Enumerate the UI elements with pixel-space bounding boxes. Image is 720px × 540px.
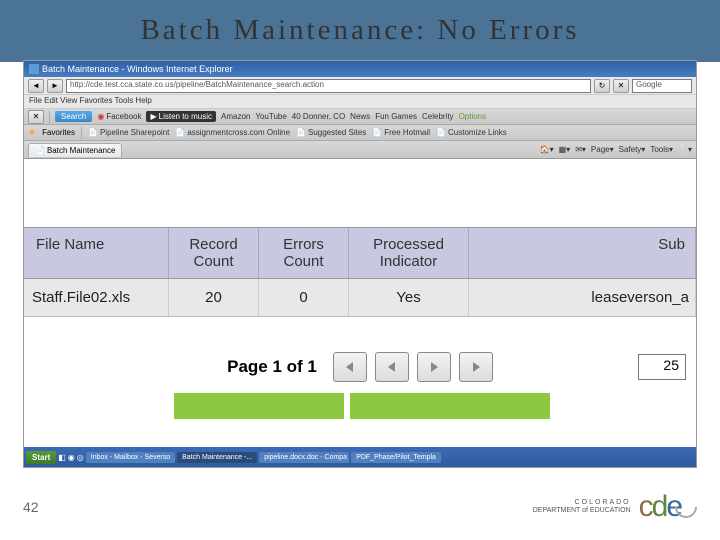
slide-title: Batch Maintenance: No Errors bbox=[0, 14, 720, 47]
search-button[interactable]: Search bbox=[55, 111, 92, 122]
logo-text: COLORADO DEPARTMENT of EDUCATION bbox=[533, 499, 631, 516]
toolbar-1: ✕ Search ◉Facebook ▶ Listen to music Ama… bbox=[24, 109, 696, 125]
pagination: Page 1 of 1 25 bbox=[24, 345, 696, 389]
cde-logo: cde bbox=[639, 490, 697, 524]
tab-batch-maintenance[interactable]: 📄Batch Maintenance bbox=[28, 143, 122, 157]
suggested-link[interactable]: 📄Suggested Sites bbox=[296, 128, 366, 137]
window-title-text: Batch Maintenance - Windows Internet Exp… bbox=[42, 64, 233, 74]
toolbar-2: ★ Favorites 📄Pipeline Sharepoint 📄assign… bbox=[24, 125, 696, 141]
slide-footer: 42 COLORADO DEPARTMENT of EDUCATION cde bbox=[23, 482, 697, 532]
hotmail-link[interactable]: 📄Free Hotmail bbox=[372, 128, 430, 137]
url-input[interactable]: http://cde.test.cca.state.co.us/pipeline… bbox=[66, 79, 591, 93]
favorites-star-icon[interactable]: ★ bbox=[28, 127, 36, 138]
toolbar-x-icon[interactable]: ✕ bbox=[28, 110, 44, 124]
listen-music-link[interactable]: ▶ Listen to music bbox=[146, 111, 216, 122]
weather-link[interactable]: 40 Donner, CO bbox=[292, 112, 345, 121]
task-pdf[interactable]: PDF_Phase/Pilot_Templa bbox=[351, 452, 441, 463]
tools-menu[interactable]: Tools▾ bbox=[650, 145, 673, 154]
facebook-link[interactable]: ◉Facebook bbox=[97, 112, 141, 121]
search-provider[interactable]: Google bbox=[632, 79, 692, 93]
pipeline-link[interactable]: 📄Pipeline Sharepoint bbox=[88, 128, 169, 137]
next-page-button[interactable] bbox=[417, 352, 451, 382]
page-menu[interactable]: Page▾ bbox=[591, 145, 614, 154]
celebrity-link[interactable]: Celebrity bbox=[422, 112, 454, 121]
prev-page-button[interactable] bbox=[375, 352, 409, 382]
favorites-label[interactable]: Favorites bbox=[42, 128, 75, 137]
col-errors-count[interactable]: Errors Count bbox=[259, 228, 349, 278]
safety-menu[interactable]: Safety▾ bbox=[619, 145, 646, 154]
cell-record-count: 20 bbox=[169, 279, 259, 316]
refresh-button[interactable]: ↻ bbox=[594, 79, 610, 93]
windows-taskbar: Start ◧◉◎ Inbox - Mailbox - Severso Batc… bbox=[24, 447, 696, 468]
first-page-button[interactable] bbox=[333, 352, 367, 382]
quick-launch[interactable]: ◧◉◎ bbox=[58, 453, 84, 462]
green-seg-1 bbox=[174, 393, 344, 419]
fungames-link[interactable]: Fun Games bbox=[375, 112, 417, 121]
menu-bar[interactable]: File Edit View Favorites Tools Help bbox=[24, 95, 696, 109]
col-filename[interactable]: File Name bbox=[24, 228, 169, 278]
address-bar-row: ◄ ► http://cde.test.cca.state.co.us/pipe… bbox=[24, 77, 696, 95]
help-icon[interactable]: ❔▾ bbox=[678, 145, 692, 154]
task-doc[interactable]: pipeline.docx.doc - Compa bbox=[259, 452, 349, 463]
options-link[interactable]: Options bbox=[459, 112, 487, 121]
tabs-row: 📄Batch Maintenance 🏠▾ ▦▾ ✉▾ Page▾ Safety… bbox=[24, 141, 696, 159]
green-seg-2 bbox=[350, 393, 550, 419]
results-table: File Name Record Count Errors Count Proc… bbox=[24, 227, 696, 317]
forward-button[interactable]: ► bbox=[47, 79, 63, 93]
cell-sub: leaseverson_a bbox=[469, 279, 696, 316]
col-record-count[interactable]: Record Count bbox=[169, 228, 259, 278]
page-content: File Name Record Count Errors Count Proc… bbox=[24, 159, 696, 468]
cell-filename: Staff.File02.xls bbox=[24, 279, 169, 316]
task-batch[interactable]: Batch Maintenance -... bbox=[177, 452, 257, 463]
youtube-link[interactable]: YouTube bbox=[255, 112, 286, 121]
task-inbox[interactable]: Inbox - Mailbox - Severso bbox=[86, 452, 175, 463]
cell-processed: Yes bbox=[349, 279, 469, 316]
browser-screenshot: Batch Maintenance - Windows Internet Exp… bbox=[23, 60, 697, 468]
table-row[interactable]: Staff.File02.xls 20 0 Yes leaseverson_a bbox=[24, 279, 696, 317]
col-processed[interactable]: Processed Indicator bbox=[349, 228, 469, 278]
assign-link[interactable]: 📄assignmentcross.com Online bbox=[175, 128, 290, 137]
customize-link[interactable]: 📄Customize Links bbox=[436, 128, 507, 137]
start-button[interactable]: Start bbox=[26, 451, 56, 464]
stop-button[interactable]: ✕ bbox=[613, 79, 629, 93]
feed-icon[interactable]: ▦▾ bbox=[559, 145, 571, 154]
page-size-input[interactable]: 25 bbox=[638, 354, 686, 380]
amazon-link[interactable]: Amazon bbox=[221, 112, 250, 121]
home-icon[interactable]: 🏠▾ bbox=[540, 145, 554, 154]
cell-errors-count: 0 bbox=[259, 279, 349, 316]
news-link[interactable]: News bbox=[350, 112, 370, 121]
last-page-button[interactable] bbox=[459, 352, 493, 382]
window-titlebar: Batch Maintenance - Windows Internet Exp… bbox=[24, 61, 696, 77]
table-header-row: File Name Record Count Errors Count Proc… bbox=[24, 227, 696, 279]
cde-logo-area: COLORADO DEPARTMENT of EDUCATION cde bbox=[533, 490, 697, 524]
col-sub[interactable]: Sub bbox=[469, 228, 696, 278]
page-label: Page 1 of 1 bbox=[227, 357, 317, 377]
mail-icon[interactable]: ✉▾ bbox=[575, 145, 586, 154]
back-button[interactable]: ◄ bbox=[28, 79, 44, 93]
green-bar bbox=[24, 393, 696, 419]
slide-number: 42 bbox=[23, 499, 39, 515]
